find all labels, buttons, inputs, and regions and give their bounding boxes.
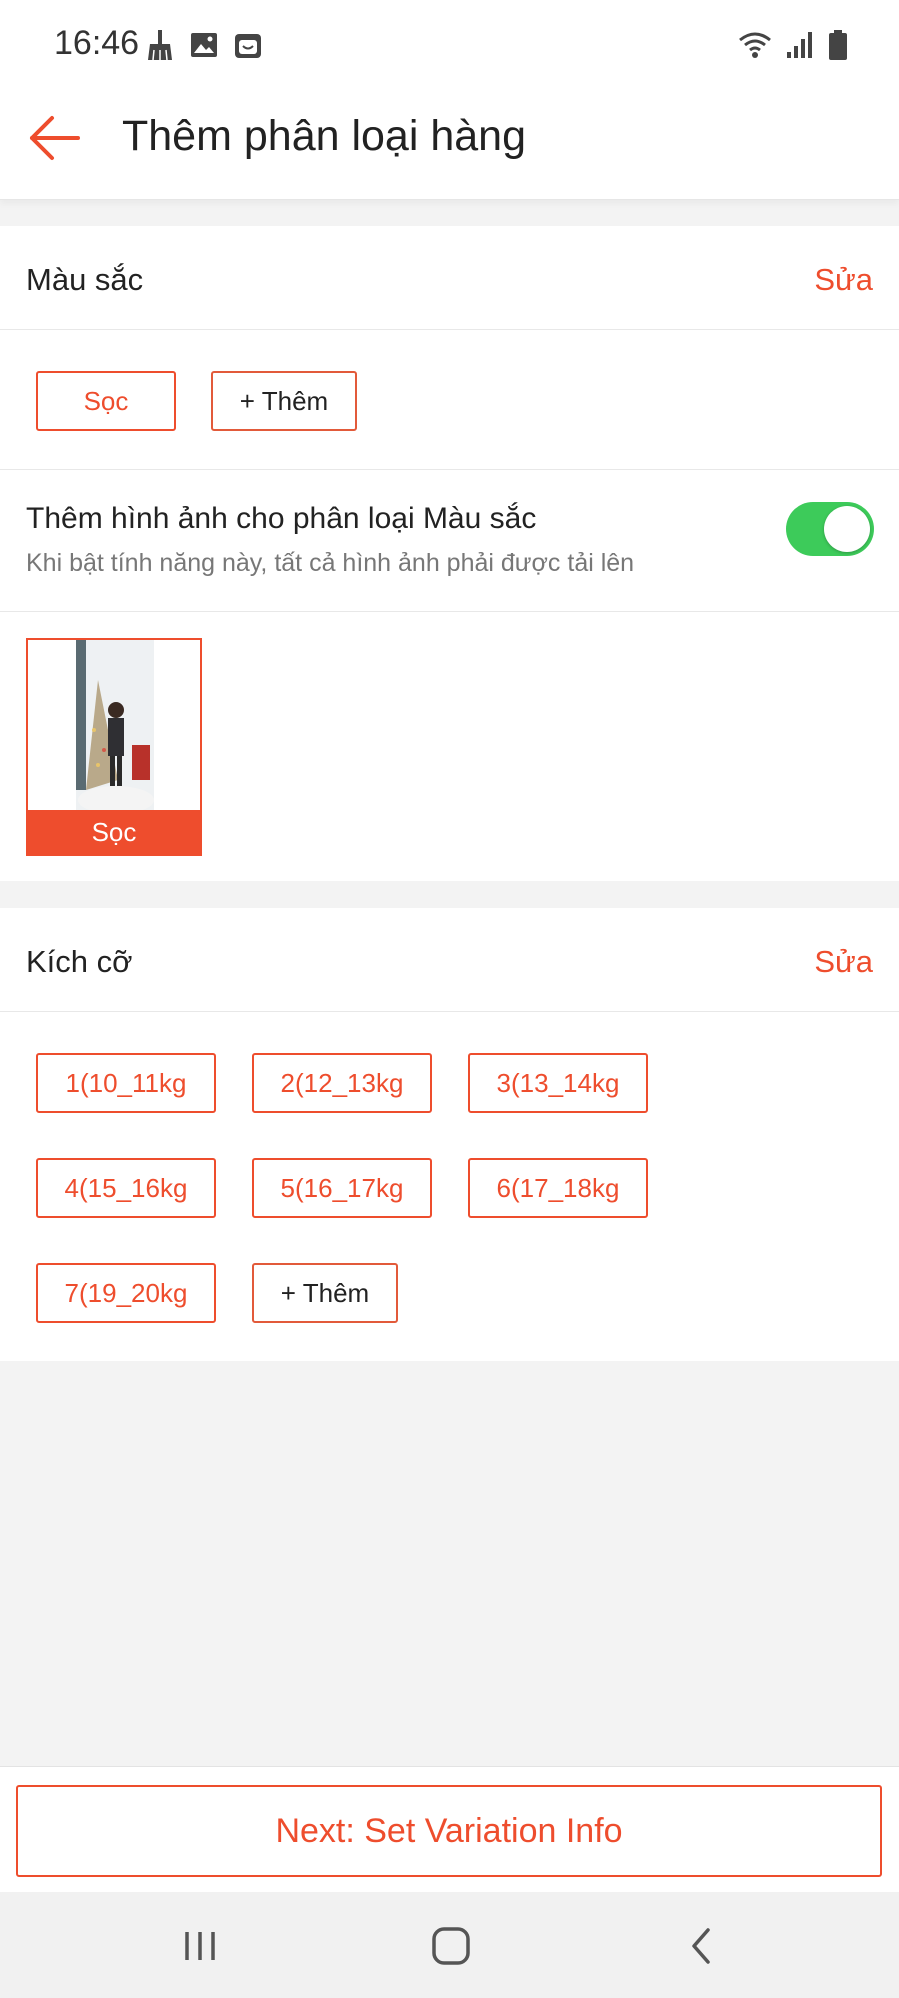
battery-icon (829, 30, 847, 60)
shop-bag-icon (235, 34, 261, 58)
size-section-header: Kích cỡ Sửa (0, 908, 899, 1012)
add-size-button[interactable]: + Thêm (252, 1263, 398, 1323)
color-option-chip[interactable]: Sọc (36, 371, 176, 431)
toggle-knob (824, 506, 870, 552)
broom-icon (148, 30, 172, 61)
image-toggle-switch[interactable] (786, 502, 874, 556)
image-toggle-title: Thêm hình ảnh cho phân loại Màu sắc (26, 502, 537, 535)
signal-icon (787, 32, 812, 58)
size-option-chip[interactable]: 1(10_11kg (36, 1053, 216, 1113)
size-option-chip[interactable]: 2(12_13kg (252, 1053, 432, 1113)
image-toggle-description: Khi bật tính năng này, tất cả hình ảnh p… (26, 549, 635, 577)
size-option-chip[interactable]: 5(16_17kg (252, 1158, 432, 1218)
product-photo-image (76, 640, 154, 812)
color-variation-section: Màu sắc Sửa Sọc + Thêm Thêm hình ảnh cho… (0, 226, 899, 881)
size-variation-section: Kích cỡ Sửa 1(10_11kg 2(12_13kg 3(13_14k… (0, 908, 899, 1361)
home-icon[interactable] (421, 1918, 481, 1974)
status-time: 16:46 (54, 24, 140, 62)
color-section-header: Màu sắc Sửa (0, 226, 899, 330)
size-option-chip[interactable]: 7(19_20kg (36, 1263, 216, 1323)
image-icon (191, 33, 217, 57)
next-set-variation-button[interactable]: Next: Set Variation Info (16, 1785, 882, 1877)
size-section-title: Kích cỡ (26, 944, 133, 979)
recent-apps-icon[interactable] (170, 1918, 230, 1974)
color-edit-button[interactable]: Sửa (814, 262, 873, 298)
arrow-left-icon[interactable] (26, 110, 82, 166)
wifi-icon (739, 32, 771, 58)
divider (0, 611, 899, 612)
color-section-title: Màu sắc (26, 262, 144, 297)
app-header: Thêm phân loại hàng (0, 90, 899, 200)
size-option-chip[interactable]: 6(17_18kg (468, 1158, 648, 1218)
add-color-button[interactable]: + Thêm (211, 371, 357, 431)
system-nav-bar (0, 1892, 899, 1998)
page-title: Thêm phân loại hàng (122, 112, 527, 160)
variation-image-thumbnail[interactable]: Sọc (26, 638, 202, 856)
size-option-chip[interactable]: 3(13_14kg (468, 1053, 648, 1113)
bottom-action-bar: Next: Set Variation Info (0, 1766, 899, 1892)
status-bar: 16:46 (0, 0, 899, 90)
size-edit-button[interactable]: Sửa (814, 944, 873, 980)
back-nav-icon[interactable] (672, 1918, 732, 1974)
divider (0, 469, 899, 470)
size-option-chip[interactable]: 4(15_16kg (36, 1158, 216, 1218)
thumbnail-caption: Sọc (28, 810, 200, 854)
